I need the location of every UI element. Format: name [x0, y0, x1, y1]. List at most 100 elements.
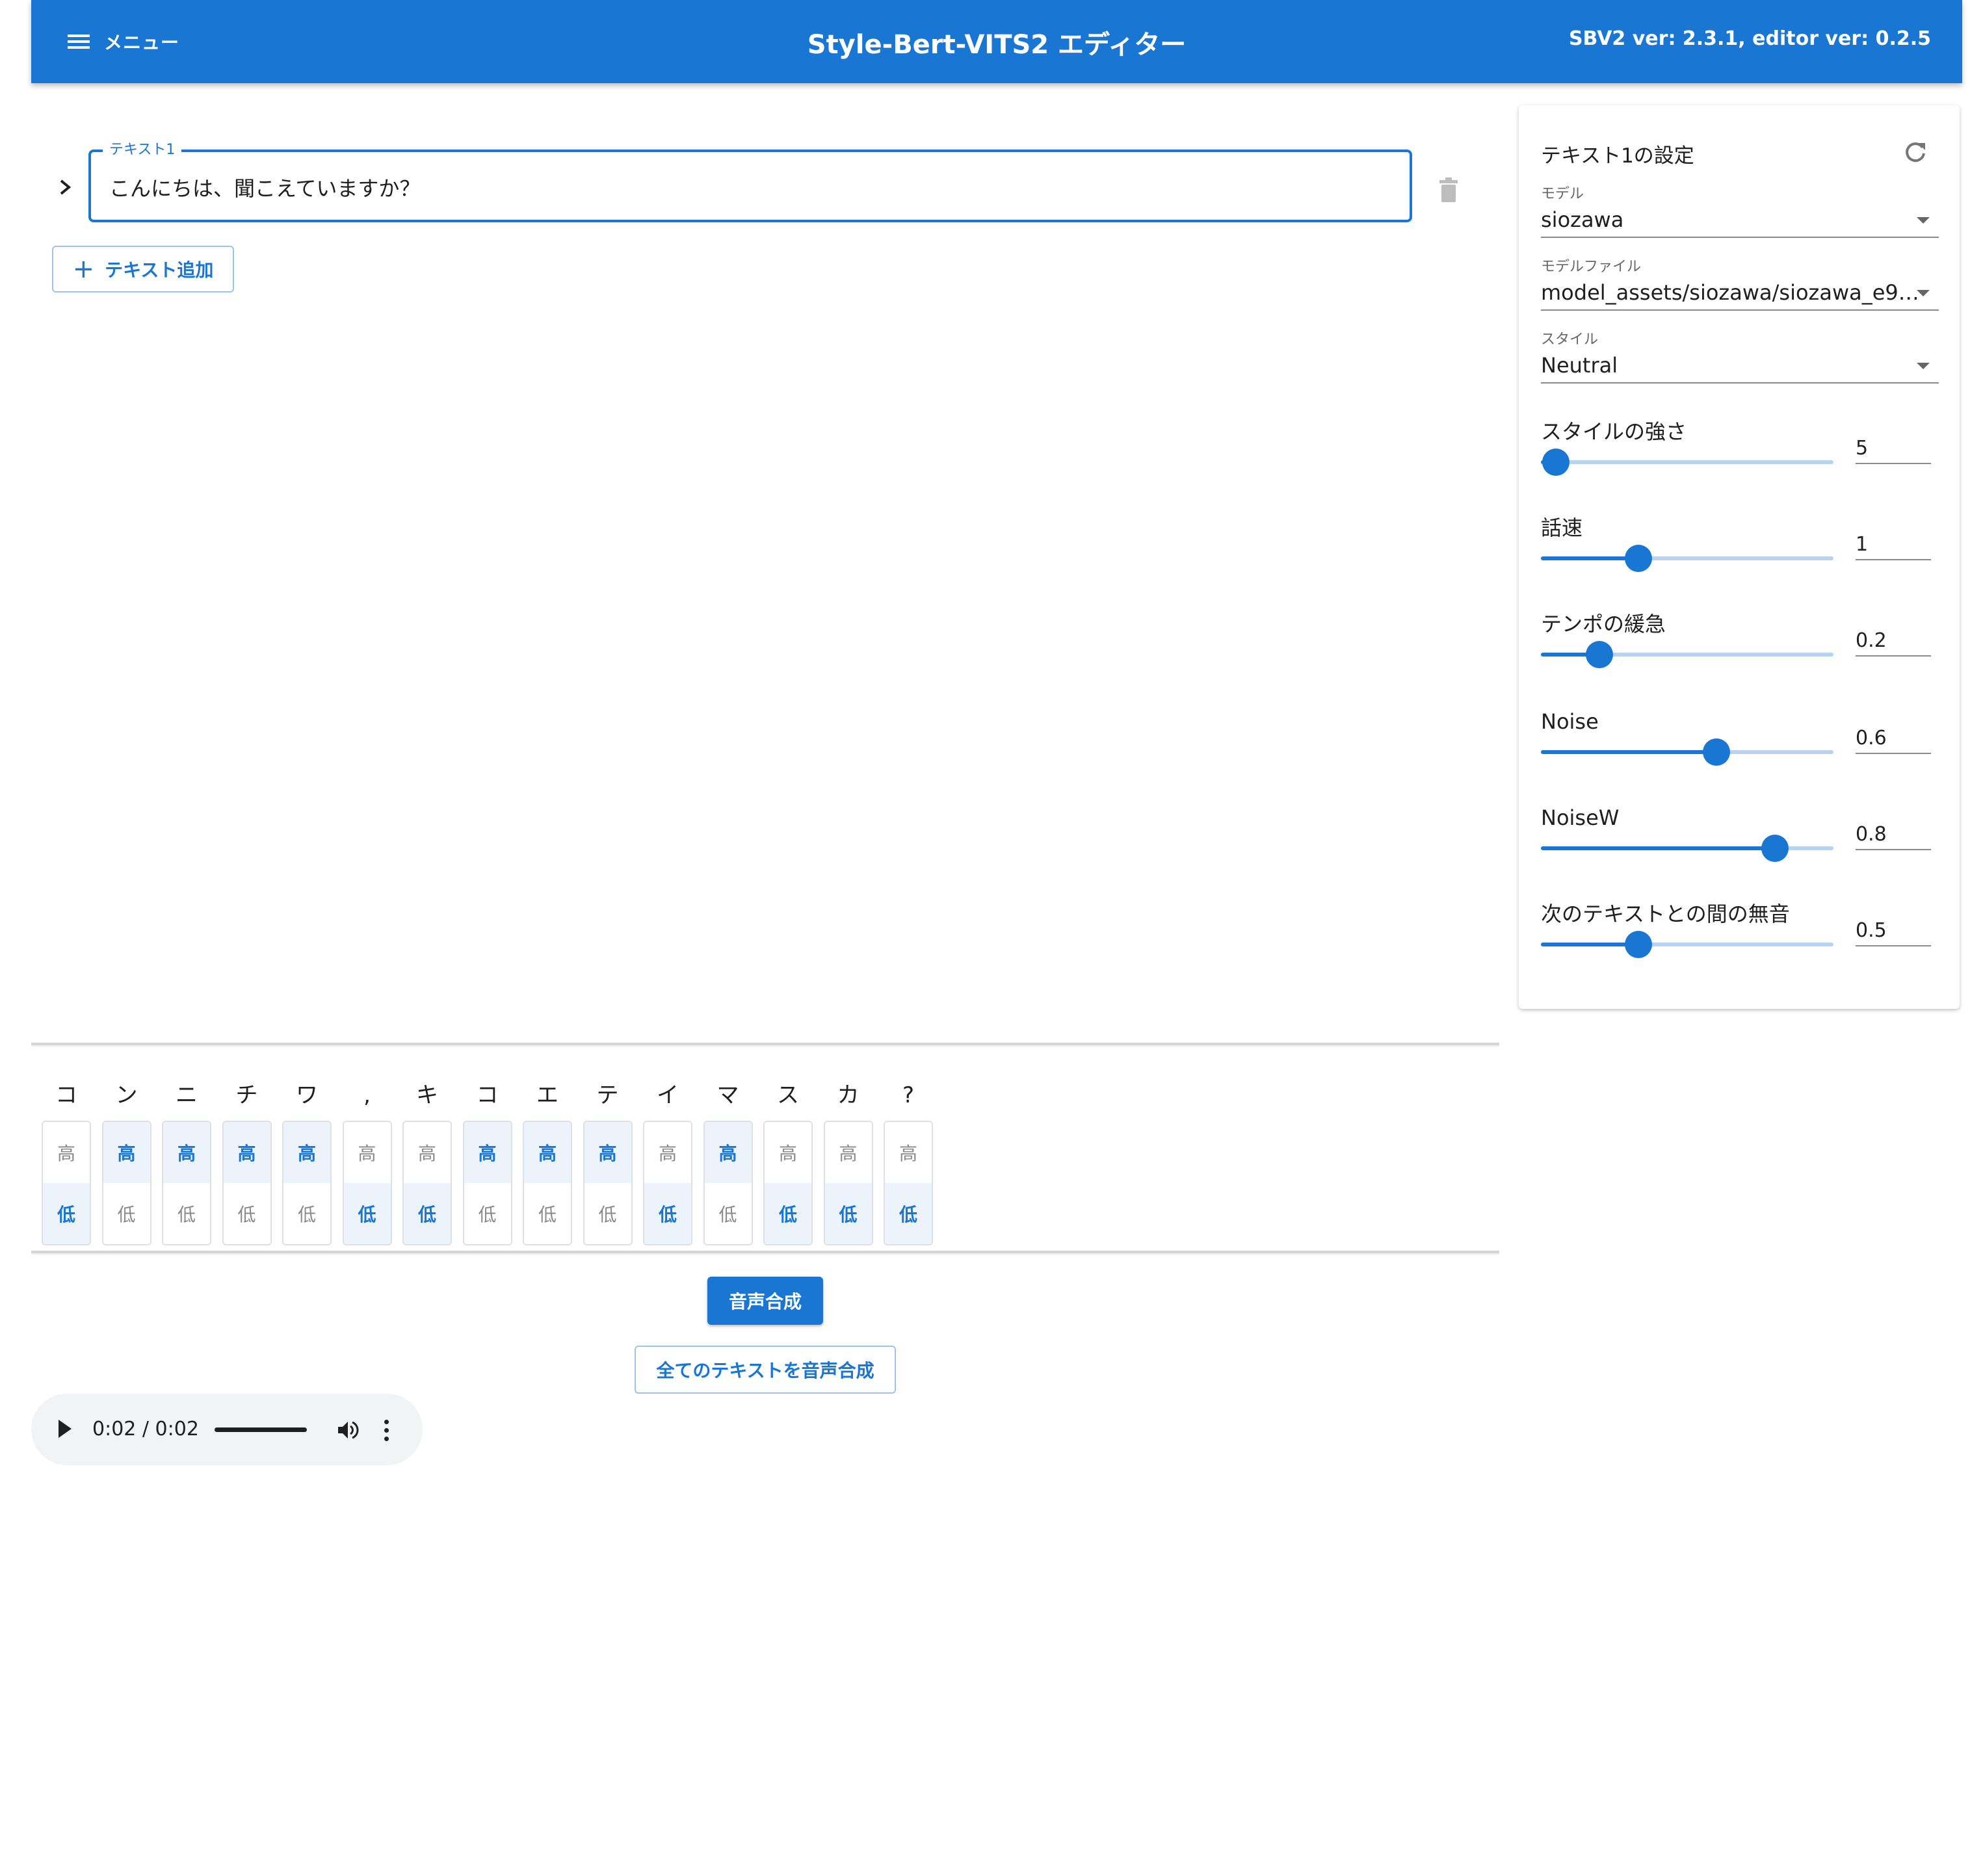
accent-low-toggle[interactable]: 低: [343, 1183, 391, 1244]
more-options-icon[interactable]: [382, 1417, 390, 1443]
kana-char: ニ: [176, 1082, 198, 1108]
slider-value-input[interactable]: 0.2: [1856, 625, 1931, 657]
dropdown-arrow-icon: [1917, 290, 1930, 296]
kana-char: マ: [716, 1082, 739, 1108]
slider-silence: 次のテキストとの間の無音 0.5: [1541, 901, 1939, 992]
accent-high-toggle[interactable]: 高: [43, 1122, 90, 1183]
slider-tempo: テンポの緩急 0.2: [1541, 611, 1939, 702]
slider-thumb[interactable]: [1624, 545, 1652, 572]
kana-char: ?: [902, 1082, 915, 1108]
accent-column: 高低: [703, 1121, 753, 1245]
model-select-value[interactable]: siozawa: [1541, 203, 1939, 238]
refresh-icon[interactable]: [1902, 139, 1928, 165]
accent-low-toggle[interactable]: 低: [404, 1183, 451, 1244]
accent-high-toggle[interactable]: 高: [824, 1122, 872, 1183]
chevron-right-icon[interactable]: [57, 176, 74, 199]
accent-low-toggle[interactable]: 低: [644, 1183, 691, 1244]
slider-label: 話速: [1541, 515, 1583, 540]
synthesize-all-button[interactable]: 全てのテキストを音声合成: [635, 1346, 896, 1394]
slider-thumb[interactable]: [1761, 835, 1789, 862]
slider-value-input[interactable]: 5: [1856, 433, 1931, 464]
kana-char: チ: [235, 1082, 258, 1108]
accent-low-toggle[interactable]: 低: [223, 1183, 270, 1244]
slider-style-strength: スタイルの強さ 5: [1541, 419, 1939, 510]
slider-track[interactable]: [1541, 545, 1833, 572]
kana-char: カ: [837, 1082, 860, 1108]
volume-icon[interactable]: [335, 1418, 359, 1442]
kana-char: コ: [476, 1082, 499, 1108]
accent-low-toggle[interactable]: 低: [824, 1183, 872, 1244]
slider-thumb[interactable]: [1624, 931, 1652, 958]
settings-title: テキスト1の設定: [1541, 144, 1694, 168]
accent-high-toggle[interactable]: 高: [644, 1122, 691, 1183]
slider-thumb[interactable]: [1586, 641, 1613, 668]
slider-thumb[interactable]: [1542, 449, 1569, 476]
accent-high-toggle[interactable]: 高: [343, 1122, 391, 1183]
accent-column: 高低: [462, 1121, 512, 1245]
accent-high-toggle[interactable]: 高: [704, 1122, 752, 1183]
style-select-value[interactable]: Neutral: [1541, 348, 1939, 384]
slider-label: テンポの緩急: [1541, 612, 1666, 636]
accent-low-toggle[interactable]: 低: [103, 1183, 150, 1244]
model-select[interactable]: モデル siozawa: [1541, 186, 1939, 238]
slider-track[interactable]: [1541, 835, 1833, 862]
accent-low-toggle[interactable]: 低: [704, 1183, 752, 1244]
accent-high-toggle[interactable]: 高: [283, 1122, 330, 1183]
slider-fill: [1541, 556, 1638, 560]
accent-low-toggle[interactable]: 低: [885, 1183, 932, 1244]
accent-low-toggle[interactable]: 低: [464, 1183, 511, 1244]
accent-column: 高低: [643, 1121, 692, 1245]
accent-high-toggle[interactable]: 高: [404, 1122, 451, 1183]
kana-char: ス: [777, 1082, 799, 1108]
model-file-select[interactable]: モデルファイル model_assets/siozawa/siozawa_e9…: [1541, 259, 1939, 311]
accent-high-toggle[interactable]: 高: [464, 1122, 511, 1183]
audio-player: 0:02 / 0:02: [31, 1394, 423, 1465]
slider-value-input[interactable]: 0.6: [1856, 723, 1931, 754]
accent-high-toggle[interactable]: 高: [885, 1122, 932, 1183]
slider-track[interactable]: [1541, 738, 1833, 766]
accent-column: 高低: [42, 1121, 91, 1245]
accent-high-toggle[interactable]: 高: [223, 1122, 270, 1183]
accent-low-toggle[interactable]: 低: [524, 1183, 571, 1244]
style-select-text: Neutral: [1541, 353, 1618, 378]
style-select[interactable]: スタイル Neutral: [1541, 332, 1939, 384]
model-file-select-value[interactable]: model_assets/siozawa/siozawa_e9…: [1541, 276, 1939, 311]
accent-high-toggle[interactable]: 高: [584, 1122, 631, 1183]
accent-low-toggle[interactable]: 低: [43, 1183, 90, 1244]
accent-column: 高低: [282, 1121, 332, 1245]
trash-icon[interactable]: [1438, 177, 1459, 203]
slider-track[interactable]: [1541, 449, 1833, 476]
slider-track[interactable]: [1541, 641, 1833, 668]
slider-value-input[interactable]: 0.8: [1856, 819, 1931, 850]
slider-thumb[interactable]: [1703, 738, 1730, 766]
accent-column: 高低: [162, 1121, 211, 1245]
slider-value-input[interactable]: 0.5: [1856, 915, 1931, 946]
kana-char: テ: [596, 1082, 619, 1108]
text-input-label: テキスト1: [103, 140, 182, 160]
slider-track[interactable]: [1541, 931, 1833, 958]
accent-low-toggle[interactable]: 低: [584, 1183, 631, 1244]
play-icon[interactable]: [59, 1420, 72, 1438]
accent-high-toggle[interactable]: 高: [765, 1122, 811, 1183]
accent-column: 高低: [101, 1121, 151, 1245]
slider-value-input[interactable]: 1: [1856, 529, 1931, 560]
accent-high-toggle[interactable]: 高: [524, 1122, 571, 1183]
accent-low-toggle[interactable]: 低: [283, 1183, 330, 1244]
accent-column: 高低: [523, 1121, 572, 1245]
text-input-1[interactable]: テキスト1 こんにちは、聞こえていますか？: [88, 140, 1412, 222]
plus-icon: +: [72, 254, 95, 284]
audio-progress-bar[interactable]: [215, 1427, 307, 1432]
accent-high-toggle[interactable]: 高: [163, 1122, 210, 1183]
slider-noise: Noise 0.6: [1541, 709, 1939, 800]
kana-char: キ: [416, 1082, 438, 1108]
accent-low-toggle[interactable]: 低: [765, 1183, 811, 1244]
synthesize-button[interactable]: 音声合成: [707, 1277, 823, 1325]
accent-low-toggle[interactable]: 低: [163, 1183, 210, 1244]
text-input-value[interactable]: こんにちは、聞こえていますか？: [109, 176, 420, 202]
accent-high-toggle[interactable]: 高: [103, 1122, 150, 1183]
slider-fill: [1541, 943, 1638, 946]
add-text-button[interactable]: + テキスト追加: [52, 246, 234, 293]
slider-speed: 話速 1: [1541, 515, 1939, 606]
divider: [31, 1043, 1499, 1045]
slider-label: Noise: [1541, 709, 1599, 734]
